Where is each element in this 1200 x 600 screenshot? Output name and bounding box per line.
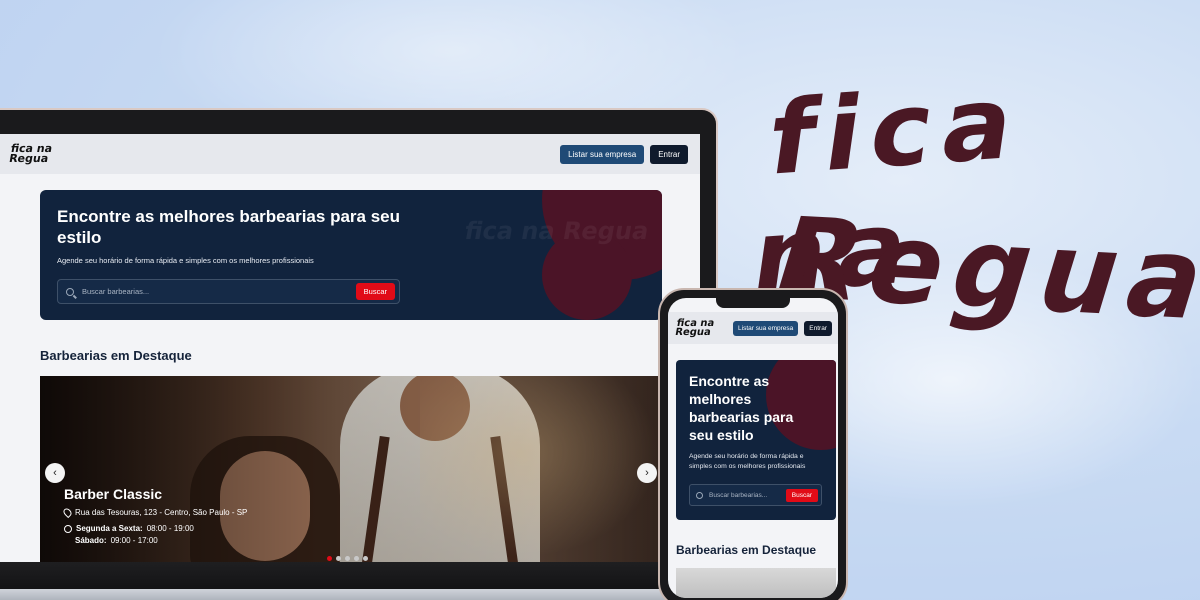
search-input[interactable]: Buscar barbearias... xyxy=(709,492,786,499)
carousel-dot[interactable] xyxy=(345,556,350,561)
featured-section-title: Barbearias em Destaque xyxy=(40,348,192,363)
phone-mockup: fica na Regua Listar sua empresa Entrar … xyxy=(658,288,848,600)
laptop-base-edge xyxy=(0,589,730,600)
list-business-button[interactable]: Listar sua empresa xyxy=(560,144,645,164)
site-logo[interactable]: fica na Regua xyxy=(674,318,717,338)
list-business-button[interactable]: Listar sua empresa xyxy=(733,320,799,336)
weekdays-label: Segunda a Sexta: xyxy=(76,524,143,533)
hero-subtitle: Agende seu horário de forma rápida e sim… xyxy=(57,256,314,265)
carousel-dot[interactable] xyxy=(354,556,359,561)
phone-navbar: fica na Regua Listar sua empresa Entrar xyxy=(668,312,838,344)
featured-carousel[interactable]: ‹ › Barber Classic Rua das Tesouras, 123… xyxy=(40,376,662,564)
barbershop-name[interactable]: Barber Classic xyxy=(64,486,162,502)
hero-banner: fica na Regua Encontre as melhores barbe… xyxy=(40,190,662,320)
saturday-label: Sábado: xyxy=(75,536,107,545)
location-pin-icon xyxy=(61,506,74,519)
hero-title: Encontre as melhores barbearias para seu… xyxy=(57,207,400,247)
search-input[interactable]: Buscar barbearias... xyxy=(82,287,356,296)
barbershop-address: Rua das Tesouras, 123 - Centro, São Paul… xyxy=(61,506,248,519)
search-button[interactable]: Buscar xyxy=(355,283,395,300)
barbershop-hours-weekdays: Segunda a Sexta: 08:00 - 19:00 xyxy=(64,524,194,533)
barbershop-hours-saturday: Sábado: 09:00 - 17:00 xyxy=(75,536,158,545)
site-logo[interactable]: fica na Regua xyxy=(8,142,56,165)
phone-hero-banner: Encontre as melhores barbearias para seu… xyxy=(676,360,836,520)
saturday-hours: 09:00 - 17:00 xyxy=(110,536,158,545)
address-text: Rua das Tesouras, 123 - Centro, São Paul… xyxy=(75,508,248,517)
carousel-next-button[interactable]: › xyxy=(637,463,657,483)
carousel-dot[interactable] xyxy=(336,556,341,561)
carousel-dot[interactable] xyxy=(363,556,368,561)
login-button[interactable]: Entrar xyxy=(650,144,688,164)
search-button[interactable]: Buscar xyxy=(785,488,818,502)
weekdays-hours: 08:00 - 19:00 xyxy=(146,524,194,533)
laptop-mockup: fica na Regua Listar sua empresa Entrar … xyxy=(0,108,718,578)
carousel-dot[interactable] xyxy=(327,556,332,561)
featured-image-placeholder[interactable] xyxy=(676,568,836,598)
phone-screen: fica na Regua Listar sua empresa Entrar … xyxy=(668,298,838,598)
hero-watermark-logo: fica na Regua xyxy=(462,217,651,245)
carousel-prev-button[interactable]: ‹ xyxy=(45,463,65,483)
top-navbar: fica na Regua Listar sua empresa Entrar xyxy=(0,134,700,174)
laptop-screen: fica na Regua Listar sua empresa Entrar … xyxy=(0,134,700,564)
clock-icon xyxy=(64,524,72,533)
phone-notch xyxy=(716,298,790,308)
hero-title: Encontre as melhores barbearias para seu… xyxy=(689,373,794,443)
hero-subtitle: Agende seu horário de forma rápida e sim… xyxy=(689,453,806,470)
featured-section-title: Barbearias em Destaque xyxy=(676,543,817,557)
login-button[interactable]: Entrar xyxy=(804,320,832,336)
carousel-indicators xyxy=(327,556,368,561)
search-bar[interactable]: Buscar barbearias... Buscar xyxy=(57,279,400,304)
search-icon xyxy=(66,287,74,296)
search-bar[interactable]: Buscar barbearias... Buscar xyxy=(689,484,822,506)
search-icon xyxy=(696,491,703,499)
